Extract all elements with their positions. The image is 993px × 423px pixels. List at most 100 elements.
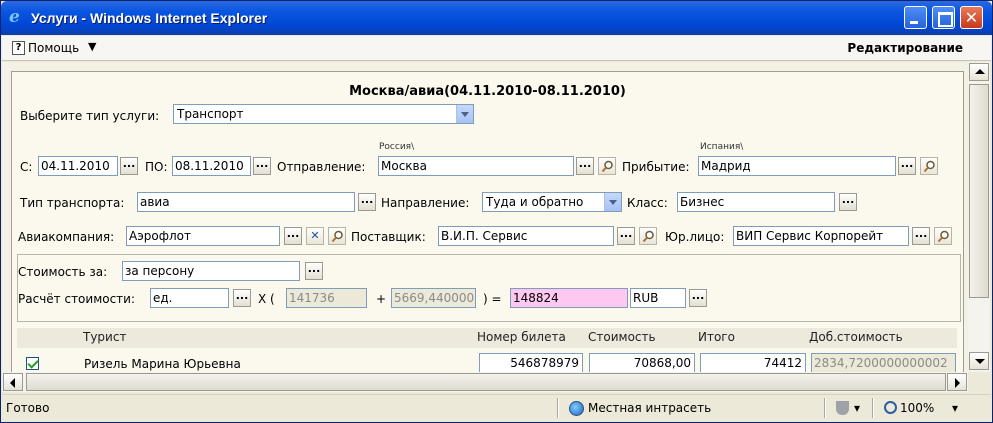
departure-field[interactable]: Москва: [378, 156, 574, 176]
zoom-dropdown-icon[interactable]: ▾: [952, 401, 958, 415]
chevron-down-icon[interactable]: [604, 193, 621, 211]
help-icon[interactable]: ?: [12, 41, 25, 55]
intranet-globe-icon: [569, 401, 584, 416]
calc-label: Расчёт стоимости:: [18, 292, 136, 306]
chevron-down-icon[interactable]: [456, 105, 473, 123]
date-from-picker-button[interactable]: ...: [120, 157, 138, 175]
legal-entity-field[interactable]: ВИП Сервис Корпорейт: [733, 226, 909, 246]
direction-select[interactable]: Туда и обратно: [482, 192, 622, 212]
zoom-level[interactable]: 100%: [900, 401, 934, 415]
ticket-number-field[interactable]: 546878979: [479, 353, 583, 372]
maximize-button[interactable]: [932, 6, 955, 29]
arrival-select-button[interactable]: ...: [898, 157, 916, 175]
status-divider: [557, 398, 559, 418]
class-select-button[interactable]: ...: [839, 193, 857, 211]
column-header-total: Итого: [698, 330, 735, 344]
ie-logo-icon: e: [9, 7, 20, 27]
service-panel: Москва/авиа(04.11.2010-08.11.2010) Выбер…: [11, 71, 964, 372]
close-icon: ✕: [964, 8, 979, 27]
class-field[interactable]: Бизнес: [677, 192, 835, 212]
airline-select-button[interactable]: ...: [284, 227, 302, 245]
direction-value: Туда и обратно: [486, 195, 584, 209]
vertical-scrollbar[interactable]: [968, 62, 990, 372]
ie-window: e Услуги - Windows Internet Explorer ✕ ?…: [0, 0, 993, 423]
calc-base-field: 141736: [286, 288, 367, 308]
security-zone[interactable]: Местная интрасеть: [588, 401, 711, 415]
departure-select-button[interactable]: ...: [576, 157, 594, 175]
arrival-search-icon[interactable]: [920, 157, 938, 175]
minimize-button[interactable]: [904, 6, 927, 29]
arrival-field[interactable]: Мадрид: [698, 156, 896, 176]
supplier-select-button[interactable]: ...: [617, 227, 635, 245]
page-title: Москва/авиа(04.11.2010-08.11.2010): [349, 84, 626, 99]
legal-entity-select-button[interactable]: ...: [912, 227, 930, 245]
status-text: Готово: [6, 401, 50, 415]
protected-mode-dropdown-icon[interactable]: ▾: [854, 401, 860, 415]
date-from-field[interactable]: 04.11.2010: [38, 156, 118, 176]
supplier-search-icon[interactable]: [639, 227, 657, 245]
currency-select-button[interactable]: ...: [689, 289, 707, 307]
menu-bar: ? Помощь ▼ Редактирование: [2, 36, 991, 61]
column-header-ticket: Номер билета: [477, 330, 566, 344]
calc-result-field[interactable]: 148824: [510, 288, 628, 308]
departure-label: Отправление:: [277, 160, 366, 174]
transport-type-field[interactable]: авиа: [137, 192, 355, 212]
supplier-field[interactable]: В.И.П. Сервис: [438, 226, 614, 246]
date-to-field[interactable]: 08.11.2010: [172, 156, 251, 176]
service-type-select[interactable]: Транспорт: [173, 104, 474, 124]
scroll-left-button[interactable]: [3, 373, 23, 391]
protected-mode-icon[interactable]: [836, 401, 849, 415]
cost-per-select-button[interactable]: ...: [305, 262, 323, 280]
horizontal-scroll-thumb[interactable]: [26, 373, 946, 391]
status-divider: [824, 398, 826, 418]
departure-search-icon[interactable]: [598, 157, 616, 175]
service-type-value: Транспорт: [177, 107, 244, 121]
calc-multiply-open: X (: [258, 292, 275, 306]
calc-close-equals: ) =: [483, 292, 502, 306]
scroll-down-button[interactable]: [969, 352, 989, 370]
scroll-up-button[interactable]: [969, 63, 989, 81]
calc-unit-select-button[interactable]: ...: [233, 289, 251, 307]
airline-search-icon[interactable]: [328, 227, 346, 245]
calc-unit-field[interactable]: ед.: [150, 288, 229, 308]
date-to-label: ПО:: [145, 160, 168, 174]
airline-clear-icon[interactable]: ✕: [306, 227, 324, 245]
tourist-name: Ризель Марина Юрьевна: [84, 357, 241, 371]
column-header-tourist: Турист: [83, 330, 127, 344]
calc-extra-field: 5669,440000: [391, 288, 476, 308]
arrow-down-icon: [975, 359, 985, 364]
cost-per-label: Стоимость за:: [18, 265, 108, 279]
airline-field[interactable]: Аэрофлот: [126, 226, 280, 246]
date-from-label: С:: [20, 160, 33, 174]
row-checkbox[interactable]: [26, 357, 39, 370]
vertical-scroll-thumb[interactable]: [969, 84, 989, 298]
transport-type-label: Тип транспорта:: [20, 196, 125, 210]
help-menu[interactable]: Помощь: [28, 41, 79, 55]
legal-entity-label: Юр.лицо:: [665, 230, 725, 244]
supplier-label: Поставщик:: [351, 230, 426, 244]
legal-entity-search-icon[interactable]: [934, 227, 952, 245]
total-field[interactable]: 74412: [700, 353, 806, 372]
scroll-right-button[interactable]: [947, 373, 967, 391]
arrow-up-icon: [975, 69, 985, 74]
help-dropdown-arrow-icon[interactable]: ▼: [88, 40, 96, 53]
status-bar: Готово Местная интрасеть ▾ 100% ▾: [2, 394, 991, 422]
horizontal-scrollbar[interactable]: [2, 372, 968, 392]
arrow-right-icon: [955, 378, 960, 388]
currency-field[interactable]: RUB: [630, 288, 686, 308]
table-header: Турист Номер билета Стоимость Итого Доб.…: [17, 328, 957, 348]
maximize-icon: [933, 7, 954, 28]
title-bar[interactable]: e Услуги - Windows Internet Explorer ✕: [1, 1, 992, 35]
calc-plus: +: [376, 292, 387, 306]
status-divider: [872, 398, 874, 418]
zoom-icon[interactable]: [884, 401, 897, 414]
cost-field[interactable]: 70868,00: [589, 353, 695, 372]
close-button[interactable]: ✕: [960, 6, 983, 29]
transport-type-select-button[interactable]: ...: [358, 193, 376, 211]
window-title: Услуги - Windows Internet Explorer: [31, 10, 268, 26]
date-to-picker-button[interactable]: ...: [253, 157, 271, 175]
page-content: Москва/авиа(04.11.2010-08.11.2010) Выбер…: [2, 62, 968, 372]
arrival-label: Прибытие:: [622, 160, 690, 174]
cost-per-field[interactable]: за персону: [122, 261, 300, 281]
column-header-extra-cost: Доб.стоимость: [809, 330, 903, 344]
